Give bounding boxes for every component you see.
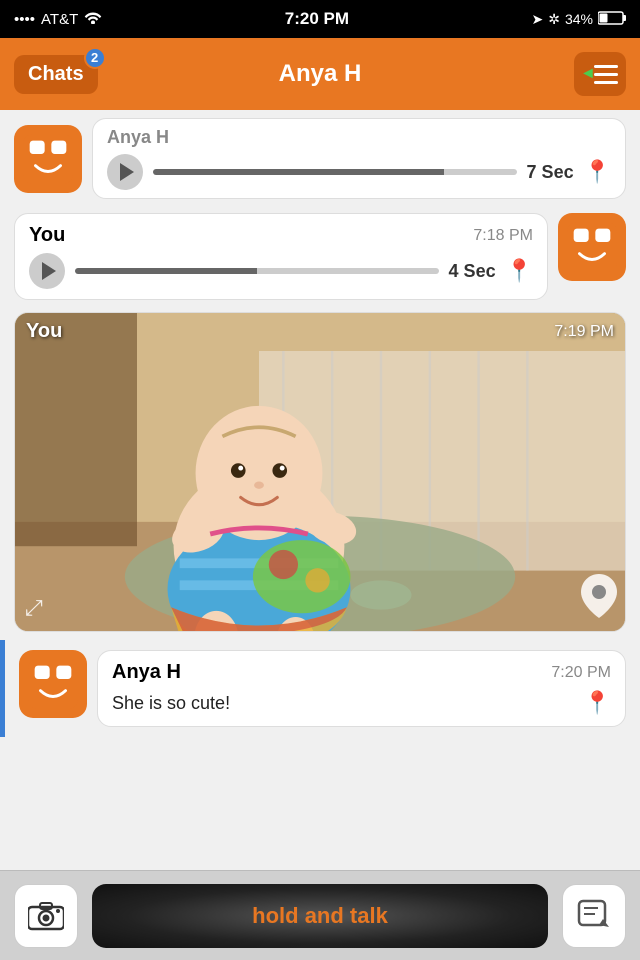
header: Chats 2 Anya H ◄ bbox=[0, 38, 640, 110]
speaker-icon: ◄ bbox=[580, 65, 596, 83]
location-arrow-icon: ➤ bbox=[532, 11, 544, 28]
chats-badge: 2 bbox=[84, 47, 106, 69]
img-msg-container: You 7:19 PM bbox=[14, 312, 626, 632]
audio-duration-1: 7 Sec bbox=[527, 162, 574, 183]
bluetooth-icon: ✲ bbox=[548, 11, 560, 28]
avatar-anya-2 bbox=[19, 650, 87, 718]
status-bar: •••• AT&T 7:20 PM ➤ ✲ 34% bbox=[0, 0, 640, 38]
location-icon-you: 📍 bbox=[506, 258, 533, 284]
battery-label: 34% bbox=[565, 11, 593, 27]
status-time: 7:20 PM bbox=[285, 9, 349, 29]
chats-button[interactable]: Chats 2 bbox=[14, 55, 98, 94]
sender-anya: Anya H bbox=[112, 661, 181, 684]
camera-button[interactable] bbox=[14, 884, 78, 948]
bubble-header-anya: Anya H 7:20 PM bbox=[112, 661, 611, 684]
location-icon-anya: 📍 bbox=[584, 690, 611, 716]
msg-partial-row: Anya H 7 Sec 📍 bbox=[0, 110, 640, 207]
time-718: 7:18 PM bbox=[473, 227, 533, 245]
hold-talk-button[interactable]: hold and talk bbox=[92, 884, 548, 948]
chats-label: Chats bbox=[28, 63, 84, 86]
audio-controls-1: 7 Sec 📍 bbox=[107, 154, 611, 190]
time-720: 7:20 PM bbox=[551, 664, 611, 682]
bottom-bar: hold and talk bbox=[0, 870, 640, 960]
img-time: 7:19 PM bbox=[554, 323, 614, 341]
compose-button[interactable] bbox=[562, 884, 626, 948]
audio-duration-you: 4 Sec bbox=[449, 261, 496, 282]
msg-you-audio-row: You 7:18 PM 4 Sec 📍 bbox=[0, 207, 640, 306]
status-right: ➤ ✲ 34% bbox=[532, 11, 627, 28]
audio-bubble-you: You 7:18 PM 4 Sec 📍 bbox=[14, 213, 548, 300]
img-sender: You bbox=[26, 320, 62, 343]
text-bubble-anya: Anya H 7:20 PM She is so cute! 📍 bbox=[97, 650, 626, 727]
expand-icon[interactable]: ⤢ bbox=[25, 595, 43, 621]
hamburger-icon bbox=[594, 65, 618, 84]
messages-container: Anya H 7 Sec 📍 You 7:18 PM bbox=[0, 110, 640, 870]
signal-dots: •••• bbox=[14, 11, 35, 28]
img-location-icon[interactable] bbox=[581, 574, 617, 623]
location-icon-1: 📍 bbox=[584, 159, 611, 185]
audio-progress-1 bbox=[153, 169, 517, 175]
sender-you: You bbox=[29, 224, 65, 247]
bubble-header-you: You 7:18 PM bbox=[29, 224, 533, 247]
avatar-you-1 bbox=[558, 213, 626, 281]
carrier-label: AT&T bbox=[41, 11, 78, 28]
audio-progress-you bbox=[75, 268, 439, 274]
msg-text: She is so cute! bbox=[112, 693, 230, 714]
image-content: ⤢ bbox=[14, 312, 626, 632]
compose-icon bbox=[577, 899, 611, 933]
hold-talk-label: hold and talk bbox=[252, 903, 388, 929]
avatar-anya-1 bbox=[14, 125, 82, 193]
header-title: Anya H bbox=[279, 60, 362, 88]
status-left: •••• AT&T bbox=[14, 10, 102, 28]
partial-sender: Anya H bbox=[107, 127, 611, 148]
msg-anya-text-row: Anya H 7:20 PM She is so cute! 📍 bbox=[0, 640, 640, 737]
camera-icon bbox=[28, 901, 64, 931]
play-button-you[interactable] bbox=[29, 253, 65, 289]
play-button-1[interactable] bbox=[107, 154, 143, 190]
audio-controls-you: 4 Sec 📍 bbox=[29, 253, 533, 289]
wifi-icon bbox=[84, 10, 102, 28]
audio-bubble-partial: Anya H 7 Sec 📍 bbox=[92, 118, 626, 199]
text-row: She is so cute! 📍 bbox=[112, 690, 611, 716]
battery-icon bbox=[598, 11, 626, 28]
menu-button[interactable]: ◄ bbox=[574, 52, 626, 96]
img-msg-header: You 7:19 PM bbox=[26, 320, 614, 343]
